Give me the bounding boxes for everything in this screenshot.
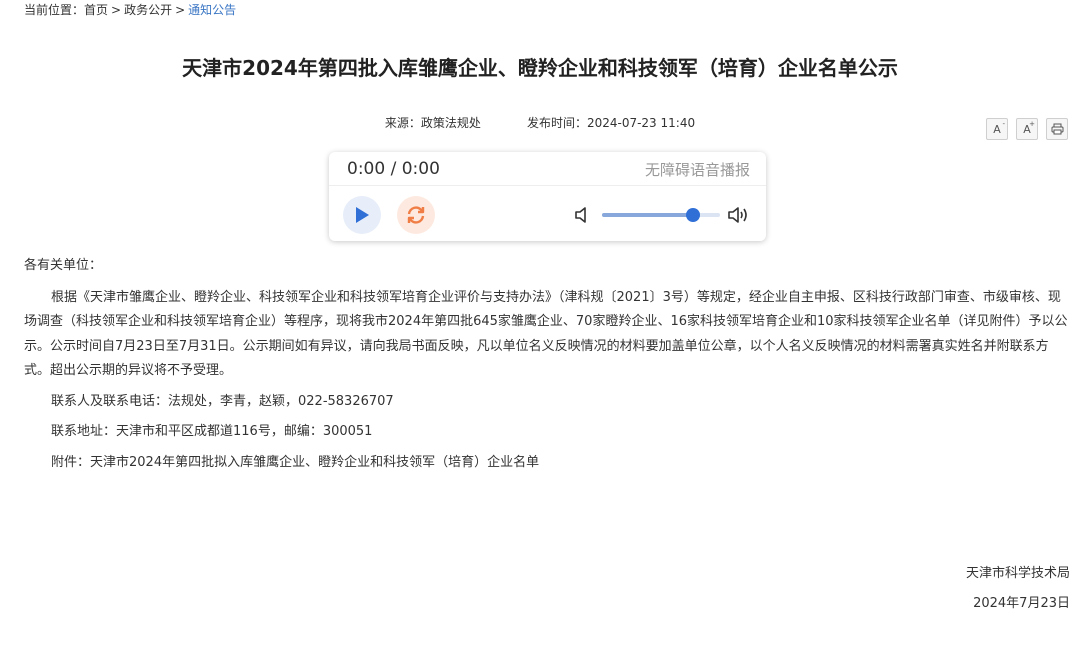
- refresh-icon: [407, 206, 425, 224]
- contact-line: 联系人及联系电话：法规处，李青，赵颖，022-58326707: [51, 393, 394, 409]
- publish-time-value: 2024-07-23 11:40: [586, 116, 696, 130]
- publish-time-label: 发布时间：: [526, 116, 587, 130]
- font-increase-mark: +: [1029, 120, 1035, 128]
- volume-mute-icon[interactable]: [573, 206, 591, 224]
- volume-up-icon[interactable]: [727, 205, 749, 225]
- source-label: 来源：: [384, 116, 421, 130]
- font-increase-button[interactable]: A +: [1016, 118, 1038, 140]
- breadcrumb-separator: >: [175, 3, 186, 17]
- print-button[interactable]: [1046, 118, 1068, 140]
- font-decrease-glyph: A: [993, 122, 1001, 136]
- accessible-audio-label: 无障碍语音播报: [644, 161, 750, 179]
- player-divider: [329, 185, 766, 186]
- greeting: 各有关单位：: [24, 258, 103, 273]
- article-body: 各有关单位： 根据《天津市雏鹰企业、瞪羚企业、科技领军企业和科技领军培育企业评价…: [24, 254, 1072, 475]
- volume-slider-handle[interactable]: [685, 208, 700, 222]
- article-tools: A- A +: [986, 118, 1068, 140]
- article-meta: 来源：政策法规处 发布时间：2024-07-23 11:40: [0, 114, 1080, 131]
- breadcrumb-home[interactable]: 首页: [84, 3, 108, 17]
- play-icon: [356, 207, 369, 223]
- breadcrumb-notices[interactable]: 通知公告: [188, 3, 236, 17]
- address-line: 联系地址：天津市和平区成都道116号，邮编：300051: [51, 424, 373, 439]
- audio-player: 0:00 / 0:00 无障碍语音播报: [329, 152, 766, 241]
- replay-button[interactable]: [397, 196, 435, 234]
- font-decrease-mark: -: [1002, 120, 1005, 128]
- volume-slider-fill: [602, 213, 693, 217]
- breadcrumb: 当前位置：首页 > 政务公开 > 通知公告: [24, 2, 236, 18]
- volume-slider[interactable]: [602, 208, 720, 222]
- page-title: 天津市2024年第四批入库雏鹰企业、瞪羚企业和科技领军（培育）企业名单公示: [182, 56, 898, 80]
- breadcrumb-separator: >: [111, 3, 122, 17]
- signature-date: 2024年7月23日: [973, 596, 1070, 611]
- breadcrumb-prefix: 当前位置：: [24, 3, 85, 17]
- signature-organization: 天津市科学技术局: [965, 566, 1070, 581]
- attachment-line[interactable]: 附件：天津市2024年第四批拟入库雏鹰企业、瞪羚企业和科技领军（培育）企业名单: [24, 451, 1072, 476]
- printer-icon: [1051, 123, 1063, 135]
- player-time: 0:00 / 0:00: [347, 159, 440, 179]
- play-button[interactable]: [343, 196, 381, 234]
- font-decrease-button[interactable]: A-: [986, 118, 1008, 140]
- main-paragraph: 根据《天津市雏鹰企业、瞪羚企业、科技领军企业和科技领军培育企业评价与支持办法》（…: [24, 289, 1068, 379]
- source-value: 政策法规处: [420, 116, 481, 130]
- breadcrumb-government-affairs[interactable]: 政务公开: [124, 3, 172, 17]
